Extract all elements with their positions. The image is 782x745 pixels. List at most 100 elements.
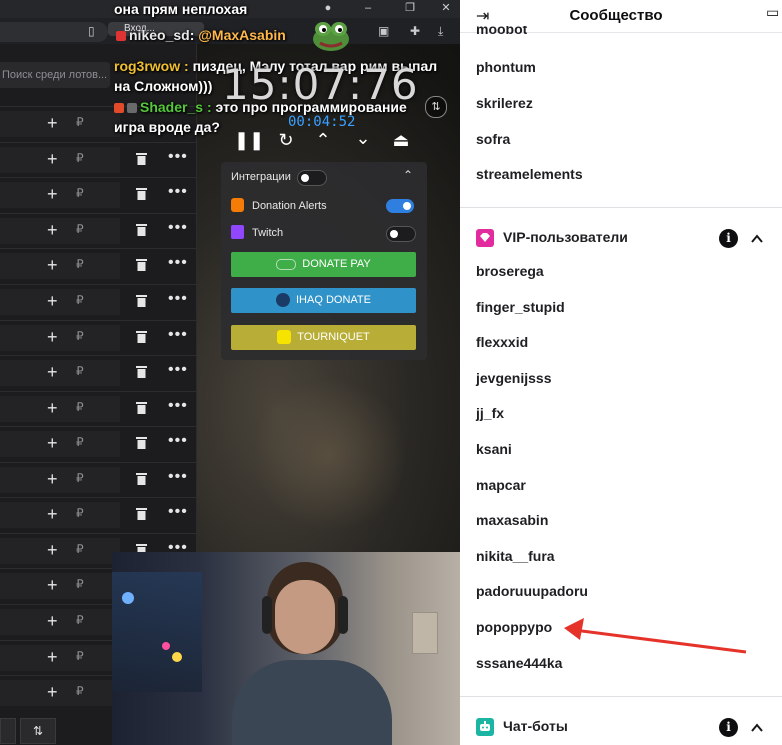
profile-icon[interactable]: ● — [318, 0, 338, 16]
trash-icon[interactable] — [136, 258, 147, 271]
more-icon[interactable]: ••• — [168, 468, 188, 486]
more-icon[interactable]: ••• — [168, 219, 188, 237]
vip-user[interactable]: jj_fx — [476, 405, 504, 421]
add-icon[interactable]: + — [47, 433, 58, 453]
lot-name-input[interactable] — [0, 360, 120, 386]
vip-user[interactable]: nikita__fura — [476, 548, 555, 564]
minimize-icon[interactable]: – — [358, 0, 378, 16]
more-icon[interactable]: ••• — [168, 254, 188, 272]
lot-name-input[interactable] — [0, 325, 120, 351]
vip-user[interactable]: finger_stupid — [476, 299, 565, 315]
more-icon[interactable]: ••• — [168, 361, 188, 379]
vip-user[interactable]: maxasabin — [476, 512, 548, 528]
add-icon[interactable]: + — [47, 575, 58, 595]
lot-name-input[interactable] — [0, 538, 120, 564]
trash-icon[interactable] — [136, 223, 147, 236]
lot-name-input[interactable] — [0, 467, 120, 493]
info-icon[interactable]: i — [719, 229, 738, 248]
add-icon[interactable]: + — [47, 255, 58, 275]
extension-icon[interactable]: ▣ — [378, 24, 389, 38]
vip-user[interactable]: mapcar — [476, 477, 526, 493]
user-item[interactable]: streamelements — [476, 166, 583, 182]
pause-icon[interactable]: ❚❚ — [234, 130, 264, 151]
donation-alerts-toggle[interactable] — [386, 199, 414, 213]
add-icon[interactable]: + — [47, 362, 58, 382]
vip-section-header[interactable]: VIP-пользователи — [476, 229, 628, 248]
add-icon[interactable]: + — [47, 398, 58, 418]
chat-bubble-icon[interactable]: ▭ — [766, 4, 782, 22]
download-icon[interactable]: ⤓ — [438, 24, 443, 39]
trash-icon[interactable] — [136, 472, 147, 485]
user-moobot[interactable]: moobot — [476, 26, 527, 38]
eject-icon[interactable]: ⏏ — [389, 130, 413, 151]
user-item[interactable]: skrilerez — [476, 95, 533, 111]
restart-icon[interactable]: ↻ — [274, 130, 298, 151]
lot-name-input[interactable] — [0, 573, 120, 599]
user-item[interactable]: phontum — [476, 59, 536, 75]
add-icon[interactable]: + — [47, 682, 58, 702]
info-icon[interactable]: i — [719, 718, 738, 737]
ihaq-donate-button[interactable]: IHAQ DONATE — [231, 288, 416, 313]
vip-user[interactable]: flexxxid — [476, 334, 528, 350]
lot-search-input[interactable]: Поиск среди лотов... — [0, 62, 110, 88]
donatepay-button[interactable]: DONATE PAY — [231, 252, 416, 277]
lot-name-input[interactable] — [0, 431, 120, 457]
lot-name-input[interactable] — [0, 253, 120, 279]
chevron-up-icon[interactable] — [750, 721, 764, 735]
lot-name-input[interactable] — [0, 182, 120, 208]
add-icon[interactable]: + — [47, 113, 58, 133]
chevron-up-icon[interactable]: ⌃ — [311, 130, 335, 151]
chevron-down-icon[interactable]: ⌄ — [351, 128, 375, 149]
trash-icon[interactable] — [136, 187, 147, 200]
vip-user[interactable]: sssane444ka — [476, 655, 562, 671]
add-icon[interactable]: + — [47, 540, 58, 560]
add-icon[interactable]: + — [47, 327, 58, 347]
vip-user-highlighted[interactable]: popoppypo — [476, 619, 552, 635]
lot-toggle-button[interactable] — [0, 718, 16, 744]
restore-icon[interactable]: ❐ — [400, 0, 420, 16]
tourniquet-button[interactable]: TOURNIQUET — [231, 325, 416, 350]
more-icon[interactable]: ••• — [168, 397, 188, 415]
more-icon[interactable]: ••• — [168, 503, 188, 521]
lot-name-input[interactable] — [0, 396, 120, 422]
trash-icon[interactable] — [136, 152, 147, 165]
add-icon[interactable]: + — [47, 184, 58, 204]
lot-name-input[interactable] — [0, 147, 120, 173]
more-icon[interactable]: ••• — [168, 432, 188, 450]
lot-name-input[interactable] — [0, 289, 120, 315]
collapse-chevron-icon[interactable]: ⌃ — [403, 168, 413, 182]
add-icon[interactable]: + — [47, 504, 58, 524]
extensions-puzzle-icon[interactable]: ✚ — [410, 24, 420, 38]
add-icon[interactable]: + — [47, 611, 58, 631]
more-icon[interactable]: ••• — [168, 290, 188, 308]
vip-user[interactable]: ksani — [476, 441, 512, 457]
twitch-toggle[interactable] — [386, 226, 416, 242]
integrations-toggle[interactable] — [297, 170, 327, 186]
trash-icon[interactable] — [136, 507, 147, 520]
trash-icon[interactable] — [136, 294, 147, 307]
vip-user[interactable]: broserega — [476, 263, 544, 279]
trash-icon[interactable] — [136, 330, 147, 343]
chevron-up-icon[interactable] — [750, 232, 764, 246]
swap-icon[interactable]: ⇅ — [425, 96, 447, 118]
sort-button[interactable]: ⇅ — [20, 718, 56, 744]
bookmark-icon[interactable]: ▯ — [88, 24, 95, 38]
add-icon[interactable]: + — [47, 220, 58, 240]
user-item[interactable]: sofra — [476, 131, 510, 147]
vip-user[interactable]: jevgenijsss — [476, 370, 552, 386]
more-icon[interactable]: ••• — [168, 148, 188, 166]
lot-name-input[interactable] — [0, 218, 120, 244]
add-icon[interactable]: + — [47, 469, 58, 489]
lot-name-input[interactable] — [0, 502, 120, 528]
lot-name-input[interactable] — [0, 680, 120, 706]
bots-section-header[interactable]: Чат-боты — [476, 718, 568, 737]
more-icon[interactable]: ••• — [168, 326, 188, 344]
add-icon[interactable]: + — [47, 647, 58, 667]
close-window-icon[interactable]: ✕ — [436, 0, 456, 16]
trash-icon[interactable] — [136, 365, 147, 378]
trash-icon[interactable] — [136, 436, 147, 449]
more-icon[interactable]: ••• — [168, 183, 188, 201]
lot-name-input[interactable] — [0, 609, 120, 635]
lot-name-input[interactable] — [0, 111, 120, 137]
trash-icon[interactable] — [136, 401, 147, 414]
